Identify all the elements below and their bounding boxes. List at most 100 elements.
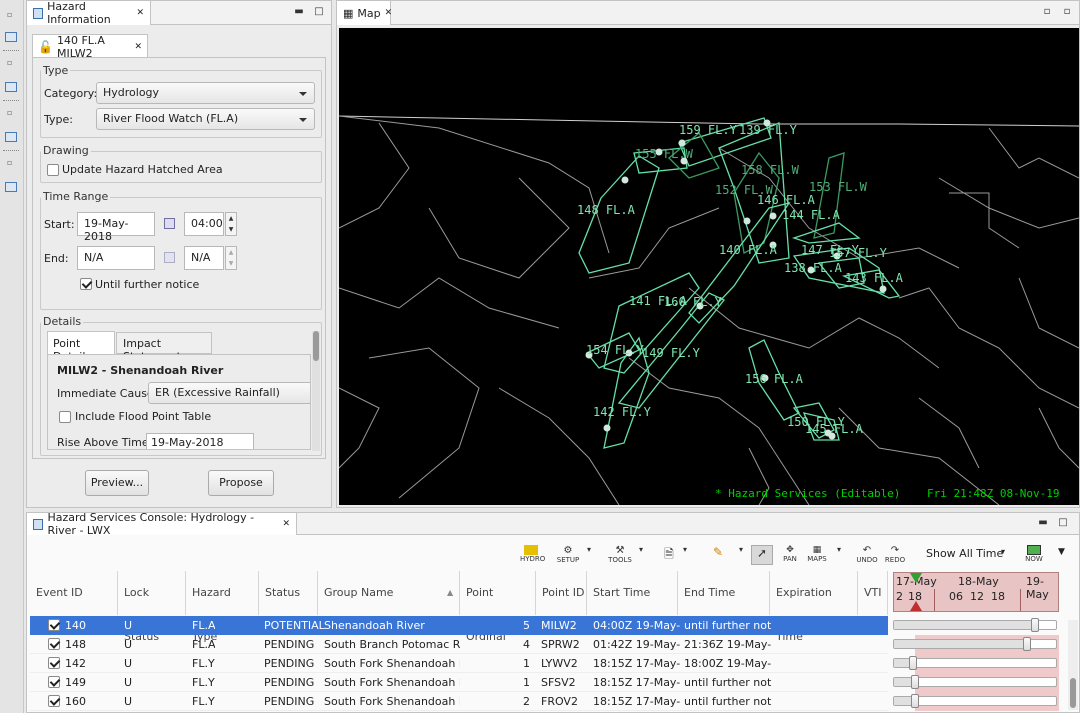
slider-thumb[interactable] xyxy=(911,694,919,708)
column-header-end-time[interactable]: End Time xyxy=(678,571,770,615)
end-time-field[interactable]: N/A xyxy=(184,246,224,270)
minimize-icon[interactable]: ▬ xyxy=(293,6,305,17)
hydro-button[interactable]: HYDRO xyxy=(520,545,545,565)
sort-icon[interactable]: ▲ xyxy=(447,588,453,597)
row-checkbox[interactable] xyxy=(48,638,60,650)
table-row[interactable]: 149 U FL.Y PENDING South Fork Shenandoah Riv… xyxy=(30,673,888,692)
column-header-hazard-type[interactable]: Hazard Type xyxy=(186,571,259,643)
current-time-marker[interactable] xyxy=(910,573,922,583)
undo-button[interactable]: ↶ UNDO xyxy=(856,545,878,565)
show-all-time-menu[interactable]: Show All Time xyxy=(926,547,1003,560)
table-row[interactable]: 160 U FL.Y PENDING South Fork Shenandoah Riv… xyxy=(30,692,888,711)
update-hatched-checkbox[interactable] xyxy=(47,164,59,176)
map-canvas[interactable]: 159 FL.Y 139 FL.Y 155 FL.W 152 FL.W 153 FL.W… xyxy=(339,28,1079,505)
maximize-icon[interactable]: □ xyxy=(313,6,325,17)
start-time-field[interactable]: 04:00 xyxy=(184,212,224,236)
category-select[interactable]: Hydrology xyxy=(96,82,315,104)
pencil-icon[interactable]: ✎ xyxy=(710,545,726,565)
view-menu-icon[interactable]: ▼ xyxy=(1058,547,1065,557)
timeline-row[interactable] xyxy=(893,654,1059,673)
selected-time-marker[interactable] xyxy=(910,601,922,611)
maximize-icon[interactable]: □ xyxy=(1057,517,1069,528)
tab-point-details[interactable]: Point Details xyxy=(47,331,115,363)
table-scrollbar[interactable] xyxy=(1068,620,1078,710)
row-checkbox[interactable] xyxy=(48,619,60,631)
view-icon[interactable] xyxy=(5,132,17,142)
column-header-expiration-time[interactable]: Expiration Time xyxy=(770,571,858,643)
scrollbar-thumb[interactable] xyxy=(1070,678,1076,708)
view-icon[interactable] xyxy=(5,82,17,92)
tab-map[interactable]: ▦ Map ✕ xyxy=(337,1,393,25)
restore-icon[interactable]: ▫ xyxy=(7,58,12,67)
restore-icon[interactable]: ▫ xyxy=(7,158,12,167)
chevron-down-icon[interactable]: ▾ xyxy=(1001,547,1005,556)
tab-event-140[interactable]: 🔓 140 FL.A MILW2 ✕ xyxy=(32,34,148,60)
chevron-down-icon[interactable]: ▾ xyxy=(636,545,646,565)
slider-thumb[interactable] xyxy=(1023,637,1031,651)
close-icon[interactable]: ✕ xyxy=(134,42,142,52)
rise-time-field[interactable]: 19-May-2018 04:00 xyxy=(146,433,254,449)
timeline-header[interactable]: 17-May 18-May 19-May 2 18 06 12 18 xyxy=(893,572,1059,612)
column-header-vti[interactable]: VTI xyxy=(858,571,888,615)
time-slider[interactable] xyxy=(893,639,1057,649)
column-header-point-ordinal[interactable]: Point Ordinal xyxy=(460,571,536,643)
column-header-status[interactable]: Status xyxy=(259,571,318,615)
column-header-event-id[interactable]: Event ID xyxy=(30,571,118,615)
table-row[interactable]: 148 U FL.A PENDING South Branch Potomac Rive… xyxy=(30,635,888,654)
view-icon[interactable] xyxy=(5,32,17,42)
forecast-points[interactable] xyxy=(585,119,887,440)
chevron-down-icon[interactable]: ▾ xyxy=(834,545,844,565)
chevron-down-icon[interactable]: ▾ xyxy=(680,545,690,565)
restore-icon[interactable]: ▫ xyxy=(7,108,12,117)
tools-button[interactable]: ⚒ TOOLS xyxy=(608,545,632,565)
until-notice-checkbox[interactable] xyxy=(80,278,92,290)
timeline-row[interactable] xyxy=(893,635,1059,654)
tab-console[interactable]: Hazard Services Console: Hydrology - Riv… xyxy=(27,511,297,537)
column-header-lock-status[interactable]: Lock Status xyxy=(118,571,186,643)
column-header-start-time[interactable]: Start Time xyxy=(587,571,678,615)
pan-button[interactable]: ✥ PAN xyxy=(780,545,800,565)
document-icon[interactable]: 🗎 xyxy=(662,545,676,565)
chevron-down-icon[interactable]: ▾ xyxy=(736,545,746,565)
start-time-spinner[interactable]: ▲ ▼ xyxy=(225,212,237,236)
type-select[interactable]: River Flood Watch (FL.A) xyxy=(96,108,315,130)
tab-hazard-information[interactable]: Hazard Information ✕ xyxy=(27,0,151,26)
view-icon[interactable] xyxy=(5,182,17,192)
close-icon[interactable]: ✕ xyxy=(282,519,290,529)
slider-thumb[interactable] xyxy=(911,675,919,689)
scrollbar-thumb[interactable] xyxy=(313,331,319,361)
table-row[interactable]: 140 U FL.A POTENTIAL Shenandoah River 5 MILW2 0… xyxy=(30,616,888,635)
start-date-field[interactable]: 19-May-2018 xyxy=(77,212,155,243)
slider-thumb[interactable] xyxy=(1031,618,1039,632)
map-drawing[interactable]: 159 FL.Y 139 FL.Y155 FL.W152 FL.W 153 FL.W… xyxy=(339,28,1079,505)
row-checkbox[interactable] xyxy=(48,657,60,669)
close-icon[interactable]: ✕ xyxy=(385,8,393,18)
propose-button[interactable]: Propose xyxy=(208,470,274,496)
redo-button[interactable]: ↷ REDO xyxy=(884,545,906,565)
setup-button[interactable]: ⚙ SETUP xyxy=(556,545,580,565)
column-header-point-id[interactable]: Point ID xyxy=(536,571,587,615)
timeline-row[interactable] xyxy=(893,673,1059,692)
row-checkbox[interactable] xyxy=(48,676,60,688)
time-slider[interactable] xyxy=(893,658,1057,668)
chevron-down-icon[interactable]: ▾ xyxy=(584,545,594,565)
select-arrow-button[interactable]: ➚ xyxy=(751,545,773,565)
column-header-group-name[interactable]: Group Name xyxy=(318,571,460,615)
end-date-field[interactable]: N/A xyxy=(77,246,155,270)
table-row[interactable]: 142 U FL.Y PENDING South Fork Shenandoah Riv… xyxy=(30,654,888,673)
minimize-icon[interactable]: ▬ xyxy=(1037,517,1049,528)
calendar-icon[interactable] xyxy=(164,218,175,229)
slider-thumb[interactable] xyxy=(909,656,917,670)
close-icon[interactable]: ✕ xyxy=(136,8,144,18)
details-scrollbar[interactable] xyxy=(312,331,320,451)
restore-icon[interactable]: ▫ xyxy=(1061,6,1073,17)
timeline-row[interactable] xyxy=(893,692,1059,711)
tab-impact-statement[interactable]: Impact Statement xyxy=(116,332,212,363)
restore-icon[interactable]: ▫ xyxy=(7,10,12,19)
cause-select[interactable]: ER (Excessive Rainfall) xyxy=(148,382,310,404)
row-checkbox[interactable] xyxy=(48,695,60,707)
restore-icon[interactable]: ▫ xyxy=(1041,6,1053,17)
maps-button[interactable]: ▦ MAPS xyxy=(806,545,828,565)
timeline-row[interactable] xyxy=(893,616,1059,635)
include-table-checkbox[interactable] xyxy=(59,411,71,423)
